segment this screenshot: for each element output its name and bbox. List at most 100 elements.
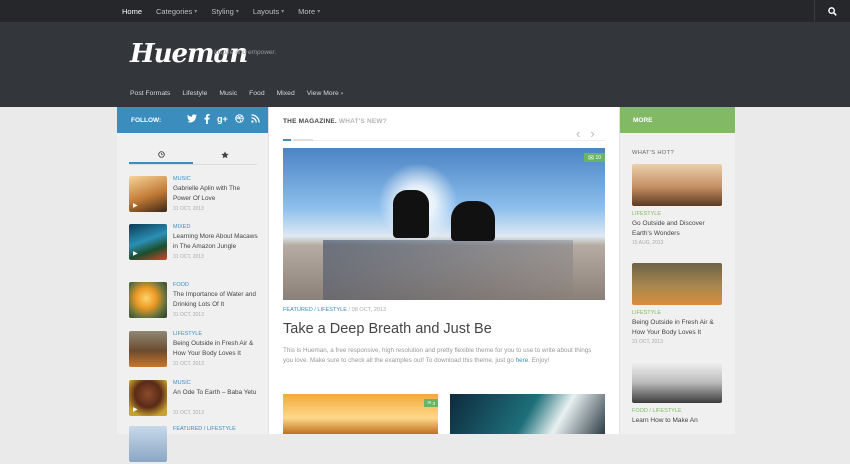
chevron-down-icon: ▾ (194, 8, 198, 15)
featured-title[interactable]: Take a Deep Breath and Just Be (283, 321, 492, 337)
site-tagline: Inspire and empower. (214, 49, 277, 56)
post-category[interactable]: FOOD (173, 282, 189, 288)
subnav-lifestyle[interactable]: Lifestyle (182, 90, 207, 97)
list-item[interactable]: ▶ MIXED Learning More About Macaws in Th… (129, 224, 259, 262)
dribbble-icon[interactable] (234, 114, 244, 127)
chevron-down-icon: ▾ (235, 8, 239, 15)
post-category[interactable]: MIXED (173, 224, 190, 230)
post-category[interactable]: LIFESTYLE (632, 211, 724, 217)
main-content: THE MAGAZINE. WHAT'S NEW? ‹ › ✉ 10 FEATU… (270, 107, 619, 434)
subnav-post-formats[interactable]: Post Formats (130, 90, 170, 97)
post-title[interactable]: Learning More About Macaws in The Amazon… (173, 232, 259, 251)
twitter-icon[interactable] (187, 114, 197, 127)
nav-styling[interactable]: Styling ▾ (204, 0, 246, 22)
nav-more[interactable]: More ▾ (291, 0, 327, 22)
post-thumbnail[interactable] (129, 426, 167, 462)
post-thumbnail[interactable] (632, 361, 722, 403)
post-category[interactable]: MUSIC (173, 380, 191, 386)
slider-indicator (283, 139, 605, 141)
chevron-down-icon: ▾ (281, 8, 285, 15)
nav-home[interactable]: Home (115, 0, 149, 22)
post-category[interactable]: LIFESTYLE (632, 310, 724, 316)
post-title[interactable]: Being Outside in Fresh Air & How Your Bo… (632, 318, 724, 337)
featured-image[interactable]: ✉ 10 (283, 148, 605, 300)
post-category[interactable]: LIFESTYLE (173, 331, 202, 337)
subnav-view-more[interactable]: View More ▾ (307, 90, 344, 97)
category-link[interactable]: LIFESTYLE (317, 307, 347, 313)
silhouette (451, 201, 495, 241)
post-thumbnail[interactable] (632, 164, 722, 206)
post-date: / 08 OCT, 2013 (348, 307, 387, 313)
post-date: 31 OCT, 2013 (173, 254, 204, 260)
post-date: 31 OCT, 2013 (173, 410, 204, 416)
rss-icon[interactable] (251, 114, 260, 127)
list-item[interactable]: ▶ MUSIC An Ode To Earth – Baba Yetu 31 O… (129, 380, 259, 418)
silhouette (393, 190, 429, 238)
whats-hot-heading: WHAT'S HOT? (632, 150, 674, 156)
content-wrap: FOLLOW: g+ ▶ MUSIC Gabrielle Aplin with … (117, 107, 735, 462)
more-bar: MORE (620, 107, 735, 133)
site-header: Hueman Inspire and empower. Post Formats… (0, 22, 850, 107)
post-category[interactable]: FOOD / LIFESTYLE (632, 408, 724, 414)
tab-recent[interactable] (129, 151, 193, 164)
chevron-down-icon: ▾ (340, 91, 344, 97)
featured-excerpt: This is Hueman, a free responsive, high … (283, 347, 592, 364)
post-title[interactable]: The Importance of Water and Drinking Lot… (173, 290, 259, 309)
tab-popular[interactable] (193, 151, 257, 164)
comment-icon: ✉ (588, 154, 595, 162)
top-navigation: Home Categories ▾ Styling ▾ Layouts ▾ More ▾ (0, 0, 850, 22)
chevron-right-icon[interactable]: › (590, 126, 594, 141)
post-title[interactable]: Learn How to Make An (632, 416, 724, 426)
subnav-music[interactable]: Music (219, 90, 237, 97)
search-button[interactable] (814, 0, 850, 22)
post-title[interactable]: Go Outside and Discover Earth's Wonders (632, 219, 724, 238)
comment-count-badge[interactable]: ✉ 10 (584, 153, 605, 162)
download-link[interactable]: here (516, 357, 529, 364)
list-item[interactable]: LIFESTYLE Go Outside and Discover Earth'… (632, 164, 724, 246)
post-category[interactable]: FEATURED / LIFESTYLE (173, 426, 236, 432)
post-thumbnail[interactable]: ✉ 3 (283, 394, 438, 434)
clock-icon (157, 151, 165, 158)
right-sidebar: MORE WHAT'S HOT? LIFESTYLE Go Outside an… (619, 107, 735, 434)
post-date: 15 AUG, 2013 (632, 240, 664, 246)
nav-categories[interactable]: Categories ▾ (149, 0, 204, 22)
list-item[interactable]: ▶ MUSIC Gabrielle Aplin with The Power O… (129, 176, 259, 214)
post-category[interactable]: MUSIC (173, 176, 191, 182)
chevron-left-icon[interactable]: ‹ (576, 126, 580, 141)
post-thumbnail[interactable] (129, 331, 167, 367)
star-icon (221, 151, 229, 159)
play-icon: ▶ (133, 407, 138, 413)
sub-navigation: Post Formats Lifestyle Music Food Mixed … (130, 90, 355, 97)
subnav-food[interactable]: Food (249, 90, 265, 97)
list-item[interactable]: FOOD / LIFESTYLE Learn How to Make An (632, 361, 724, 426)
post-thumbnail[interactable] (450, 394, 605, 434)
post-title[interactable]: Being Outside in Fresh Air & How Your Bo… (173, 339, 259, 358)
left-sidebar: FOLLOW: g+ ▶ MUSIC Gabrielle Aplin with … (117, 107, 269, 462)
subnav-mixed[interactable]: Mixed (277, 90, 295, 97)
follow-label: FOLLOW: (131, 116, 162, 124)
post-date: 31 OCT, 2013 (173, 206, 204, 212)
post-thumbnail[interactable] (632, 263, 722, 305)
section-heading: THE MAGAZINE. WHAT'S NEW? (283, 118, 387, 125)
list-item[interactable]: FEATURED / LIFESTYLE (129, 426, 259, 464)
list-item[interactable]: LIFESTYLE Being Outside in Fresh Air & H… (632, 263, 724, 345)
play-icon: ▶ (133, 251, 138, 257)
comment-count-badge[interactable]: ✉ 3 (424, 399, 438, 407)
post-date: 31 OCT, 2013 (632, 339, 663, 345)
social-links: g+ (187, 114, 260, 127)
list-item[interactable]: LIFESTYLE Being Outside in Fresh Air & H… (129, 331, 259, 369)
search-icon (828, 6, 837, 16)
comment-icon: ✉ (427, 400, 432, 405)
chevron-down-icon: ▾ (317, 8, 321, 15)
facebook-icon[interactable] (204, 114, 210, 127)
list-item[interactable]: FOOD The Importance of Water and Drinkin… (129, 282, 259, 320)
google-plus-icon[interactable]: g+ (217, 114, 228, 127)
post-thumbnail[interactable] (129, 282, 167, 318)
post-title[interactable]: Gabrielle Aplin with The Power Of Love (173, 184, 259, 203)
post-date: 31 OCT, 2013 (173, 361, 204, 367)
category-link[interactable]: FEATURED (283, 307, 313, 313)
slider-arrows: ‹ › (576, 126, 595, 141)
play-icon: ▶ (133, 203, 138, 209)
post-title[interactable]: An Ode To Earth – Baba Yetu (173, 388, 259, 398)
nav-layouts[interactable]: Layouts ▾ (246, 0, 291, 22)
